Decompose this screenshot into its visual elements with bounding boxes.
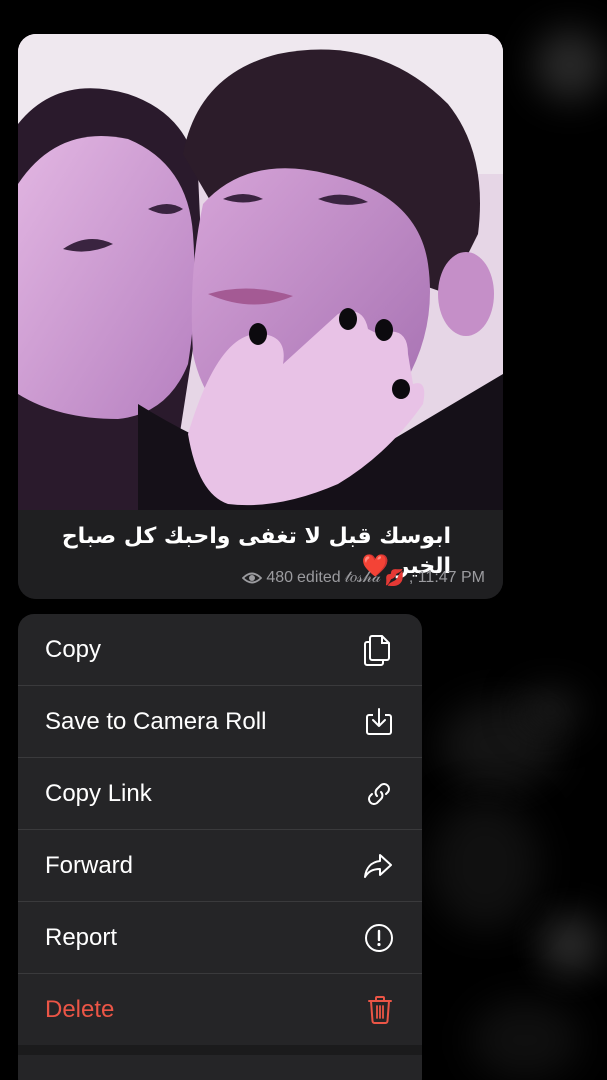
message-time: , 11:47 PM (408, 569, 485, 586)
photo-illustration (18, 34, 503, 510)
background-blur (430, 800, 540, 930)
message-bubble[interactable]: ابوسك قبل لا تغفى واحبك كل صباح الخير ❤️… (18, 34, 503, 599)
exclamation-circle-icon (364, 923, 394, 953)
message-caption-area: ابوسك قبل لا تغفى واحبك كل صباح الخير ❤️… (18, 510, 503, 599)
lips-emoji: 💋 (384, 570, 405, 587)
forward-menu-item[interactable]: Forward (18, 830, 422, 901)
forward-label: Forward (45, 851, 134, 879)
save-to-camera-roll-label: Save to Camera Roll (45, 707, 267, 735)
delete-menu-item[interactable]: Delete (18, 974, 422, 1045)
message-meta: 480 edited 𝓉𝑜𝓈𝒽𝒶 💋 , 11:47 PM (242, 568, 485, 588)
copy-label: Copy (45, 635, 102, 663)
save-to-camera-roll-icon (364, 707, 394, 737)
copy-menu-item[interactable]: Copy (18, 614, 422, 685)
edited-label: edited (297, 569, 341, 586)
background-blur (520, 690, 580, 730)
copy-link-label: Copy Link (45, 779, 152, 807)
report-menu-item[interactable]: Report (18, 902, 422, 973)
copy-link-menu-item[interactable]: Copy Link (18, 758, 422, 829)
eye-icon (242, 571, 263, 585)
save-to-camera-roll-menu-item[interactable]: Save to Camera Roll (18, 686, 422, 757)
background-blur (470, 1000, 580, 1080)
menu-section-separator (18, 1045, 422, 1055)
copy-icon (362, 633, 394, 667)
view-count: 480 (266, 569, 294, 586)
trash-icon (366, 994, 394, 1026)
message-photo[interactable] (18, 34, 503, 510)
background-blur (535, 30, 605, 100)
author-signature: 𝓉𝑜𝓈𝒽𝒶 (344, 569, 381, 586)
forward-arrow-icon (362, 852, 394, 880)
delete-label: Delete (45, 995, 115, 1023)
context-menu: Copy Save to Camera Roll Copy Link Forwa… (18, 614, 422, 1080)
background-blur (540, 915, 600, 975)
screen: ابوسك قبل لا تغفى واحبك كل صباح الخير ❤️… (0, 0, 607, 1080)
link-icon (364, 779, 394, 809)
report-label: Report (45, 923, 118, 951)
